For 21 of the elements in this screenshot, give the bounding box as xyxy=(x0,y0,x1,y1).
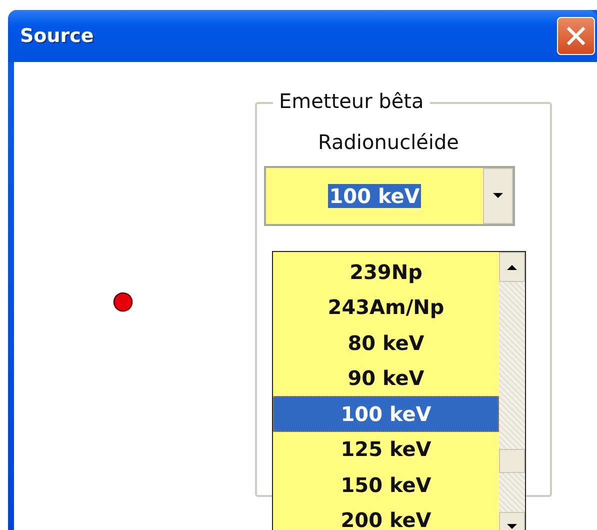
caret-icon xyxy=(507,524,517,530)
field-label: Radionucléide xyxy=(318,130,459,154)
dropdown-option[interactable]: 150 keV xyxy=(273,467,499,502)
dropdown-value: 100 keV xyxy=(328,184,421,208)
caret-up-icon xyxy=(507,264,517,270)
nuclide-dropdown[interactable]: 100 keV xyxy=(264,166,515,226)
dropdown-option[interactable]: 239Np xyxy=(273,254,499,290)
close-icon xyxy=(565,25,587,47)
dropdown-option[interactable]: 125 keV xyxy=(273,432,499,467)
dropdown-option[interactable]: 200 keV xyxy=(273,502,499,530)
caret-icon xyxy=(493,193,503,199)
scroll-thumb[interactable] xyxy=(499,449,525,473)
dropdown-option[interactable]: 80 keV xyxy=(273,325,499,360)
dropdown-option[interactable]: 243Am/Np xyxy=(273,290,499,325)
window-title: Source xyxy=(20,25,94,47)
source-dot xyxy=(113,292,133,312)
dropdown-option[interactable]: 90 keV xyxy=(273,360,499,396)
scrollbar[interactable] xyxy=(499,252,525,530)
scroll-up-button[interactable] xyxy=(499,252,525,282)
dropdown-option[interactable]: 100 keV xyxy=(273,396,499,432)
close-button[interactable] xyxy=(557,17,595,55)
